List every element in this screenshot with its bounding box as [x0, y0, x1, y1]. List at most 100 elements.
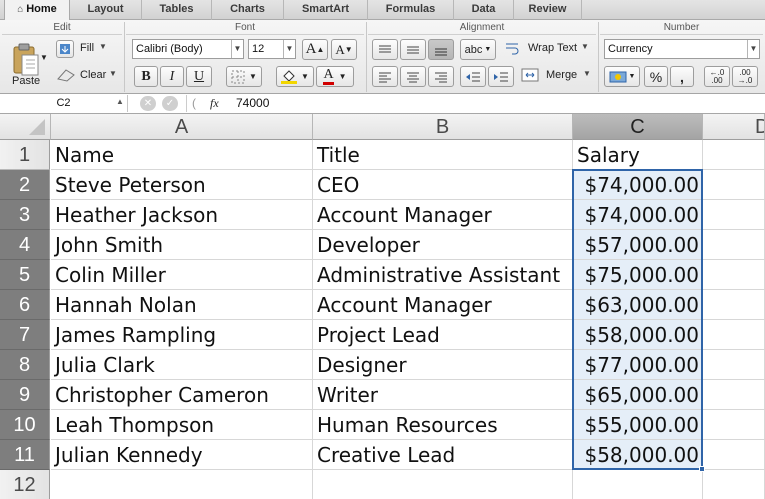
- orientation-button[interactable]: abc ▼: [460, 39, 496, 60]
- increase-indent-button[interactable]: [488, 66, 514, 87]
- cell-salary[interactable]: $55,000.00: [573, 410, 703, 440]
- cell-salary[interactable]: $65,000.00: [573, 380, 703, 410]
- cell-name[interactable]: Julia Clark: [51, 350, 313, 380]
- cell-salary[interactable]: $75,000.00: [573, 260, 703, 290]
- wrap-text-icon[interactable]: [504, 39, 522, 57]
- cell-name[interactable]: Christopher Cameron: [51, 380, 313, 410]
- cell-title[interactable]: Account Manager: [313, 290, 573, 320]
- font-color-button[interactable]: A ▼: [316, 66, 354, 87]
- tab-tables[interactable]: Tables: [142, 0, 212, 20]
- cancel-icon[interactable]: ✕: [140, 96, 156, 111]
- enter-icon[interactable]: ✓: [162, 96, 178, 111]
- increase-decimal-button[interactable]: ←.0.00: [704, 66, 730, 87]
- row-header[interactable]: 9: [0, 380, 50, 410]
- row-header[interactable]: 1: [0, 140, 50, 170]
- cell-title[interactable]: Creative Lead: [313, 440, 573, 470]
- row-header[interactable]: 7: [0, 320, 50, 350]
- cell-salary[interactable]: $58,000.00: [573, 320, 703, 350]
- column-header-a[interactable]: A: [51, 114, 313, 140]
- align-top-button[interactable]: [372, 39, 398, 60]
- shrink-font-button[interactable]: A ▼: [331, 39, 357, 60]
- cell-empty[interactable]: [703, 260, 765, 290]
- cell-name[interactable]: Leah Thompson: [51, 410, 313, 440]
- wrap-text-dropdown-icon[interactable]: ▼: [581, 42, 589, 51]
- cell-name[interactable]: Julian Kennedy: [51, 440, 313, 470]
- grow-font-button[interactable]: A ▲: [302, 39, 328, 60]
- cell-name[interactable]: James Rampling: [51, 320, 313, 350]
- decrease-indent-button[interactable]: [460, 66, 486, 87]
- name-box[interactable]: C2: [0, 95, 128, 112]
- merge-icon[interactable]: [520, 66, 540, 84]
- cell-empty[interactable]: [703, 230, 765, 260]
- cell-empty[interactable]: [703, 350, 765, 380]
- tab-layout[interactable]: Layout: [70, 0, 142, 20]
- cell-salary[interactable]: [573, 470, 703, 499]
- tab-formulas[interactable]: Formulas: [368, 0, 454, 20]
- name-box-stepper-icon[interactable]: ▲: [116, 97, 124, 106]
- comma-style-button[interactable]: ,: [670, 66, 694, 87]
- cell-salary[interactable]: $57,000.00: [573, 230, 703, 260]
- cell-name[interactable]: Heather Jackson: [51, 200, 313, 230]
- merge-button[interactable]: Merge: [546, 69, 577, 81]
- align-right-button[interactable]: [428, 66, 454, 87]
- row-header[interactable]: 6: [0, 290, 50, 320]
- cell-empty[interactable]: [703, 440, 765, 470]
- cell-title[interactable]: Project Lead: [313, 320, 573, 350]
- merge-dropdown-icon[interactable]: ▼: [583, 69, 591, 78]
- decrease-decimal-button[interactable]: .00 →.0: [732, 66, 758, 87]
- font-name-select[interactable]: Calibri (Body) ▼: [132, 39, 244, 59]
- underline-button[interactable]: U: [186, 66, 212, 87]
- cell-salary[interactable]: $77,000.00: [573, 350, 703, 380]
- borders-button[interactable]: ▼: [226, 66, 262, 87]
- cell-empty[interactable]: [703, 320, 765, 350]
- wrap-text-button[interactable]: Wrap Text: [528, 42, 577, 54]
- cell-title[interactable]: Administrative Assistant: [313, 260, 573, 290]
- column-header-b[interactable]: B: [313, 114, 573, 140]
- tab-smartart[interactable]: SmartArt: [284, 0, 368, 20]
- column-header-d[interactable]: D: [703, 114, 765, 140]
- fill-handle[interactable]: [699, 466, 705, 472]
- italic-button[interactable]: I: [160, 66, 184, 87]
- fill-icon[interactable]: [56, 40, 74, 58]
- cell-empty[interactable]: [703, 410, 765, 440]
- cell-title[interactable]: Account Manager: [313, 200, 573, 230]
- clear-button[interactable]: Clear: [80, 69, 106, 81]
- fill-button[interactable]: Fill: [80, 42, 94, 54]
- select-all-corner[interactable]: [0, 114, 51, 140]
- align-center-button[interactable]: [400, 66, 426, 87]
- cell-salary[interactable]: $58,000.00: [573, 440, 703, 470]
- row-header[interactable]: 3: [0, 200, 50, 230]
- tab-charts[interactable]: Charts: [212, 0, 284, 20]
- row-header[interactable]: 4: [0, 230, 50, 260]
- row-header[interactable]: 11: [0, 440, 50, 470]
- eraser-icon[interactable]: [56, 66, 76, 84]
- cell-name[interactable]: [51, 470, 313, 499]
- column-header-c[interactable]: C: [573, 114, 703, 140]
- formula-input[interactable]: 74000: [236, 95, 269, 112]
- cell-empty[interactable]: [703, 170, 765, 200]
- cell-salary[interactable]: $74,000.00: [573, 170, 703, 200]
- cell-title[interactable]: Designer: [313, 350, 573, 380]
- cell-name[interactable]: John Smith: [51, 230, 313, 260]
- cell-title[interactable]: Title: [313, 140, 573, 170]
- row-header[interactable]: 8: [0, 350, 50, 380]
- row-header[interactable]: 12: [0, 470, 50, 499]
- cell-title[interactable]: Human Resources: [313, 410, 573, 440]
- row-header[interactable]: 2: [0, 170, 50, 200]
- percent-button[interactable]: %: [644, 66, 668, 87]
- cell-name[interactable]: Name: [51, 140, 313, 170]
- fill-color-button[interactable]: ▼: [276, 66, 314, 87]
- cell-name[interactable]: Hannah Nolan: [51, 290, 313, 320]
- clear-dropdown-icon[interactable]: ▼: [109, 69, 117, 78]
- cell-title[interactable]: Writer: [313, 380, 573, 410]
- cell-empty[interactable]: [703, 140, 765, 170]
- cell-empty[interactable]: [703, 290, 765, 320]
- align-middle-button[interactable]: [400, 39, 426, 60]
- cell-title[interactable]: Developer: [313, 230, 573, 260]
- tab-data[interactable]: Data: [454, 0, 514, 20]
- row-header[interactable]: 5: [0, 260, 50, 290]
- accounting-format-button[interactable]: ▼: [604, 66, 640, 87]
- cell-empty[interactable]: [703, 470, 765, 499]
- paste-dropdown-icon[interactable]: ▼: [40, 53, 48, 62]
- font-size-select[interactable]: 12 ▼: [248, 39, 296, 59]
